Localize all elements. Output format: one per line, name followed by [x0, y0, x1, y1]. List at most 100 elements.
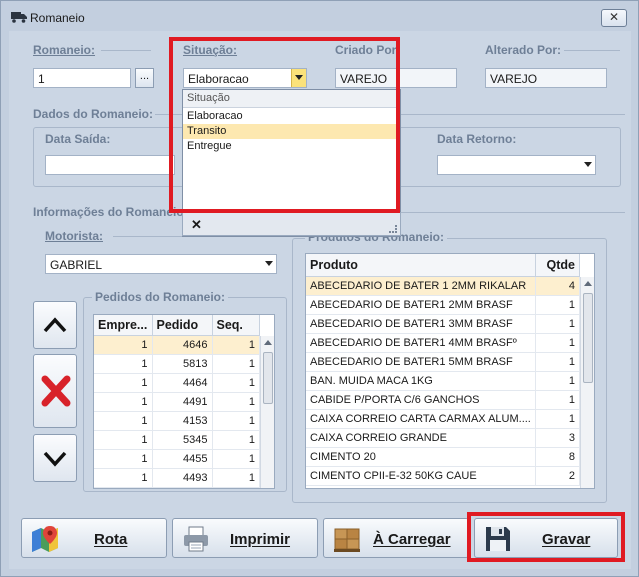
table-row[interactable]: 1 4646 1: [94, 335, 260, 355]
produtos-table: Produto Qtde ABECEDARIO DE BATER 1 2MM R…: [306, 254, 581, 486]
boxes-pallet-icon: [334, 528, 360, 552]
table-row[interactable]: 1 4493 1: [94, 468, 260, 488]
rota-label: Rota: [94, 531, 128, 548]
cell-produto: BAN. MUIDA MACA 1KG: [306, 371, 536, 391]
move-up-button[interactable]: [33, 301, 77, 349]
table-row[interactable]: ABECEDARIO DE BATER1 2MM BRASF 1: [306, 295, 581, 315]
table-row[interactable]: 1 4455 1: [94, 449, 260, 469]
motorista-value: GABRIEL: [50, 258, 103, 272]
cell-produto: CIMENTO 20: [306, 447, 536, 467]
cell-qtde: 1: [535, 371, 581, 391]
table-row[interactable]: ABECEDARIO DE BATER1 4MM BRASFº 1: [306, 333, 581, 353]
cell-produto: CAIXA CORREIO GRANDE: [306, 428, 536, 448]
romaneio-input[interactable]: 1: [33, 68, 131, 88]
table-row[interactable]: 1 4464 1: [94, 373, 260, 393]
cell-seq: 1: [212, 449, 260, 469]
chevron-down-icon: [584, 162, 592, 167]
cell-empresa: 1: [94, 411, 153, 431]
data-retorno-select[interactable]: [437, 155, 596, 175]
cell-pedido: 5345: [152, 430, 213, 450]
table-row[interactable]: CAIXA CORREIO GRANDE 3: [306, 428, 581, 448]
cell-qtde: 1: [535, 333, 581, 353]
table-row[interactable]: CAIXA CORREIO CARTA CARMAX ALUM.... 1: [306, 409, 581, 429]
info-section-title: Informações do Romaneio:: [33, 205, 188, 219]
cell-seq: 1: [212, 335, 260, 355]
table-row[interactable]: 1 4153 1: [94, 411, 260, 431]
cell-seq: 1: [212, 430, 260, 450]
scroll-thumb[interactable]: [583, 293, 593, 383]
scroll-up-arrow-icon[interactable]: [264, 340, 272, 345]
romaneio-label: Romaneio:: [33, 43, 96, 57]
cell-qtde: 4: [535, 276, 581, 296]
cell-empresa: 1: [94, 373, 153, 393]
col-pedido[interactable]: Pedido: [152, 315, 213, 336]
cell-pedido: 4153: [152, 411, 213, 431]
cell-produto: ABECEDARIO DE BATER1 3MM BRASF: [306, 314, 536, 334]
table-row[interactable]: BAN. MUIDA MACA 1KG 1: [306, 371, 581, 391]
rota-button[interactable]: Rota: [21, 518, 167, 558]
data-saida-label: Data Saída:: [45, 132, 115, 146]
alterado-por-label: Alterado Por:: [485, 43, 562, 57]
cell-produto: CABIDE P/PORTA C/6 GANCHOS: [306, 390, 536, 410]
col-produto[interactable]: Produto: [306, 254, 536, 277]
divider: [399, 212, 625, 213]
cell-produto: ABECEDARIO DE BATER1 2MM BRASF: [306, 295, 536, 315]
cell-seq: 1: [212, 468, 260, 488]
truck-icon: [11, 12, 27, 23]
resize-grip-icon[interactable]: [389, 225, 397, 233]
cell-empresa: 1: [94, 392, 153, 412]
table-row[interactable]: 1 5813 1: [94, 354, 260, 374]
table-row[interactable]: CIMENTO CPII-E-32 50KG CAUE 2: [306, 466, 581, 486]
col-seq[interactable]: Seq.: [212, 315, 260, 336]
pedidos-grid[interactable]: Empre... Pedido Seq. 1 4646 1 1 5813 1 1 4464 1 1…: [93, 314, 275, 489]
pedidos-scrollbar[interactable]: [260, 336, 274, 488]
cell-qtde: 3: [535, 428, 581, 448]
table-row[interactable]: ABECEDARIO DE BATER 1 2MM RIKALAR 4: [306, 276, 581, 296]
cell-pedido: 4464: [152, 373, 213, 393]
title-bar: Romaneio ✕: [1, 1, 638, 31]
pedidos-body: 1 4646 1 1 5813 1 1 4464 1 1 4491 1 1 4153 1 1 5345 1 1 445…: [94, 335, 260, 488]
cell-pedido: 4455: [152, 449, 213, 469]
table-row[interactable]: 1 4491 1: [94, 392, 260, 412]
produtos-header-row: Produto Qtde: [306, 254, 581, 277]
motorista-label: Motorista:: [45, 229, 103, 243]
alterado-por-field: VAREJO: [485, 68, 607, 88]
cell-qtde: 1: [535, 295, 581, 315]
cell-pedido: 4646: [152, 335, 213, 355]
remove-pedido-button[interactable]: [33, 354, 77, 428]
close-icon: ✕: [608, 10, 620, 24]
table-row[interactable]: ABECEDARIO DE BATER1 5MM BRASF 1: [306, 352, 581, 372]
cell-qtde: 1: [535, 390, 581, 410]
scroll-up-arrow-icon[interactable]: [584, 281, 592, 286]
move-down-button[interactable]: [33, 434, 77, 482]
cell-produto: ABECEDARIO DE BATER1 4MM BRASFº: [306, 333, 536, 353]
pedidos-table: Empre... Pedido Seq. 1 4646 1 1 5813 1 1 4464 1 1…: [94, 315, 260, 488]
romaneio-lookup-button[interactable]: ...: [135, 68, 154, 88]
scroll-thumb[interactable]: [263, 352, 273, 404]
romaneio-window: Romaneio ✕ Romaneio: 1 ... Situação: Ela…: [0, 0, 639, 577]
a-carregar-button[interactable]: À Carregar: [323, 518, 469, 558]
col-empresa[interactable]: Empre...: [94, 315, 153, 336]
imprimir-button[interactable]: Imprimir: [172, 518, 318, 558]
cell-produto: ABECEDARIO DE BATER 1 2MM RIKALAR: [306, 276, 536, 296]
cell-qtde: 1: [535, 409, 581, 429]
cell-pedido: 4493: [152, 468, 213, 488]
cell-qtde: 8: [535, 447, 581, 467]
table-row[interactable]: CABIDE P/PORTA C/6 GANCHOS 1: [306, 390, 581, 410]
table-row[interactable]: ABECEDARIO DE BATER1 3MM BRASF 1: [306, 314, 581, 334]
data-saida-input[interactable]: [45, 155, 175, 175]
cell-produto: CAIXA CORREIO CARTA CARMAX ALUM....: [306, 409, 536, 429]
produtos-scrollbar[interactable]: [580, 277, 594, 488]
cell-seq: 1: [212, 392, 260, 412]
close-window-button[interactable]: ✕: [601, 9, 627, 27]
dropdown-close-icon[interactable]: ✕: [191, 217, 202, 233]
col-qtde[interactable]: Qtde: [535, 254, 581, 277]
cell-seq: 1: [212, 411, 260, 431]
motorista-select[interactable]: GABRIEL: [45, 254, 277, 274]
table-row[interactable]: 1 5345 1: [94, 430, 260, 450]
produtos-grid[interactable]: Produto Qtde ABECEDARIO DE BATER 1 2MM R…: [305, 253, 595, 489]
table-row[interactable]: CIMENTO 20 8: [306, 447, 581, 467]
cell-empresa: 1: [94, 354, 153, 374]
imprimir-label: Imprimir: [230, 531, 291, 548]
cell-empresa: 1: [94, 449, 153, 469]
